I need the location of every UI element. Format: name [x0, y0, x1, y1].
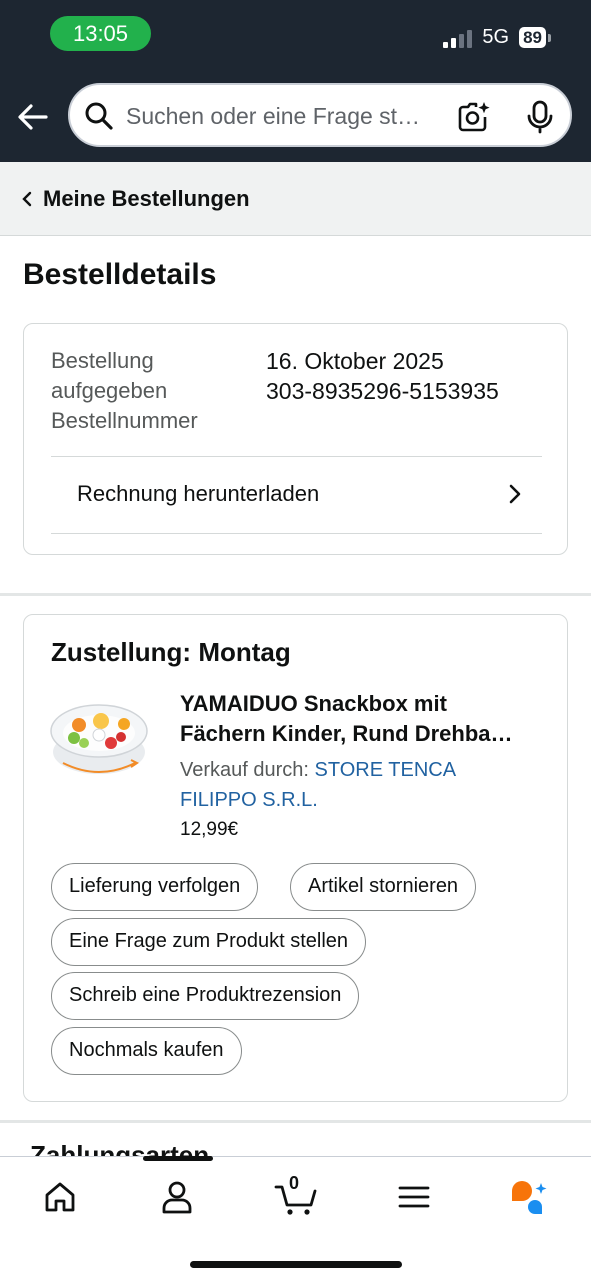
account-icon[interactable]	[157, 1177, 197, 1217]
home-indicator	[190, 1261, 402, 1268]
status-time: 13:05	[50, 16, 151, 51]
home-icon[interactable]	[40, 1177, 80, 1217]
write-review-button[interactable]: Schreib eine Produktrezension	[51, 972, 360, 1020]
product-price: 12,99€	[180, 819, 239, 840]
product-title-line1: YAMAIDUO Snackbox mit	[180, 691, 447, 716]
buy-again-button[interactable]: Nochmals kaufen	[51, 1027, 242, 1075]
order-info-labels: Bestellung aufgegeben Bestellnummer	[51, 346, 251, 436]
seller-link-line2[interactable]: FILIPPO S.R.L.	[180, 789, 318, 811]
cancel-item-button[interactable]: Artikel stornieren	[290, 863, 477, 911]
active-tab-indicator	[143, 1156, 213, 1161]
page-title: Bestelldetails	[23, 258, 217, 291]
breadcrumb-label: Meine Bestellungen	[43, 186, 250, 211]
order-date: 16. Oktober 2025	[266, 348, 444, 374]
chevron-left-icon	[22, 191, 32, 207]
divider	[51, 533, 542, 534]
cart-count: 0	[289, 1173, 300, 1193]
product-title-line2: Fächern Kinder, Rund Drehba…	[180, 721, 513, 746]
order-info-values: 16. Oktober 2025 303-8935296-5153935	[266, 346, 499, 406]
product-image[interactable]	[49, 697, 155, 787]
seller-link[interactable]: STORE TENCA	[315, 759, 457, 781]
header-bar: 13:05 5G 89 Suchen oder eine Frage st…	[0, 0, 591, 162]
search-input[interactable]: Suchen oder eine Frage st…	[68, 83, 572, 147]
placed-label-line2: aufgegeben	[51, 378, 168, 403]
section-divider	[0, 593, 591, 596]
camera-lens-icon[interactable]	[456, 99, 492, 135]
signal-icon	[443, 28, 473, 48]
sold-by-label: Verkauf durch:	[180, 759, 315, 781]
chevron-right-icon	[509, 484, 521, 504]
back-arrow-icon[interactable]	[16, 100, 50, 134]
placed-label-line1: Bestellung	[51, 348, 154, 373]
download-invoice-row[interactable]: Rechnung herunterladen	[51, 456, 542, 533]
delivery-title: Zustellung: Montag	[51, 637, 291, 667]
search-icon	[85, 102, 113, 130]
network-type: 5G	[482, 26, 510, 48]
product-title[interactable]: YAMAIDUO Snackbox mit Fächern Kinder, Ru…	[180, 689, 550, 749]
battery-level: 89	[519, 27, 546, 48]
section-divider	[0, 1120, 591, 1123]
battery-icon: 89	[519, 27, 551, 48]
order-number-label: Bestellnummer	[51, 408, 198, 433]
download-invoice-label: Rechnung herunterladen	[77, 481, 320, 506]
ask-question-button[interactable]: Eine Frage zum Produkt stellen	[51, 918, 367, 966]
status-indicators: 5G 89	[443, 26, 551, 49]
breadcrumb[interactable]: Meine Bestellungen	[0, 162, 591, 236]
order-number: 303-8935296-5153935	[266, 378, 499, 404]
seller-info: Verkauf durch: STORE TENCA FILIPPO S.R.L…	[180, 755, 550, 815]
microphone-icon[interactable]	[522, 99, 558, 135]
rufus-icon[interactable]	[508, 1177, 552, 1217]
menu-icon[interactable]	[394, 1177, 434, 1217]
order-info-card: Bestellung aufgegeben Bestellnummer 16. …	[23, 323, 568, 555]
track-package-button[interactable]: Lieferung verfolgen	[51, 863, 259, 911]
search-placeholder: Suchen oder eine Frage st…	[126, 103, 421, 129]
delivery-card: Zustellung: Montag YAMAIDUO Snackbox mit…	[23, 614, 568, 1102]
